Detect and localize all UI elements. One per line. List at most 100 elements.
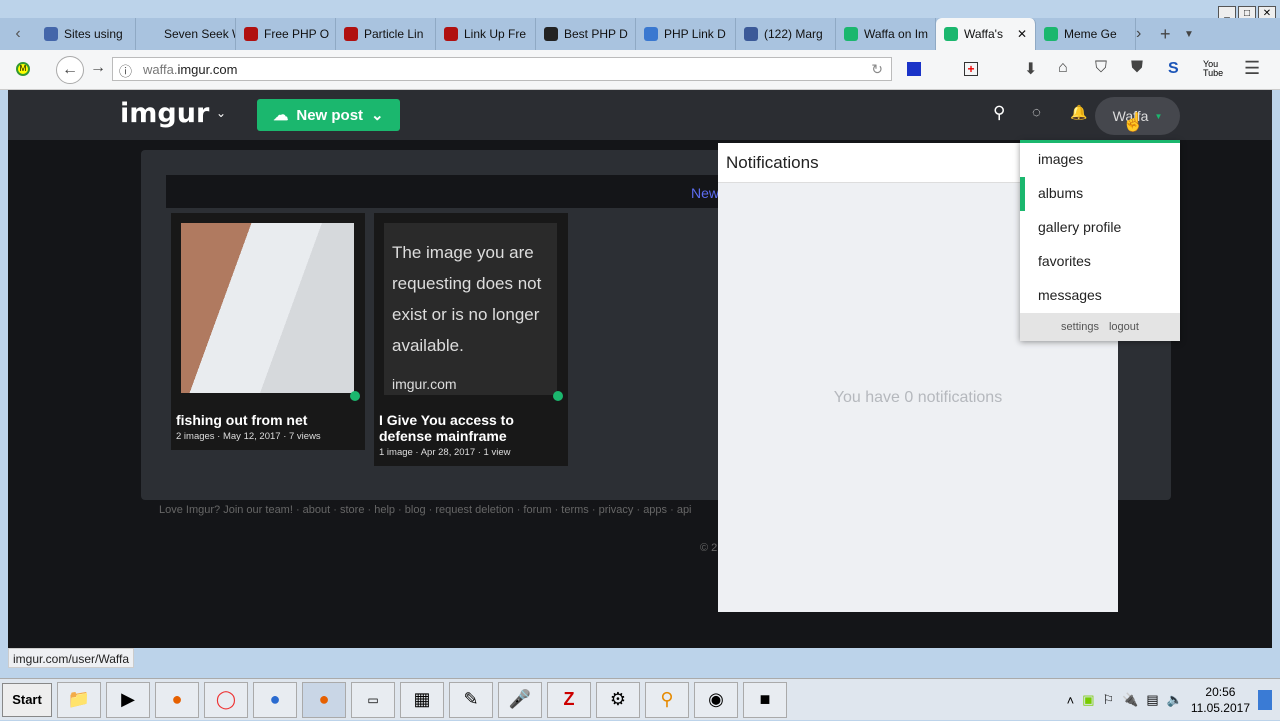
post-title[interactable]: fishing out from net [171,406,365,428]
search-tool-icon[interactable]: ⚲ [645,681,689,718]
tab-favicon-icon [844,27,858,41]
tab-close-icon[interactable]: ✕ [1017,27,1027,41]
reload-icon[interactable]: ↻ [871,61,883,78]
bell-icon[interactable]: 🔔 [1070,104,1087,121]
tab-label: PHP Link D [664,27,726,41]
tab-strip: ‹ Sites using Seven Seek Web Free PHP O Par… [0,18,1280,50]
firstaid-icon[interactable]: + [964,62,978,76]
pocket-icon[interactable]: ⛉ [1095,59,1107,77]
s-extension-icon[interactable]: S [1168,60,1179,78]
browser-tab[interactable]: Link Up Fre [436,18,536,50]
home-icon[interactable]: ⌂ [1058,59,1068,77]
new-post-label: New post [296,106,364,124]
tab-label: Sites using [64,27,123,41]
thunderbird-icon[interactable]: ● [253,681,297,718]
footer-links[interactable]: Love Imgur? Join our team! · about · sto… [159,504,692,516]
settings-link[interactable]: settings [1061,321,1099,333]
imgur-logo[interactable]: imgur [120,98,209,129]
ublock-icon[interactable]: ⛊ [1131,59,1143,77]
download-icon[interactable]: ⬇ [1024,59,1037,79]
app-icon[interactable]: ◯ [204,681,248,718]
post-thumbnail[interactable]: The image you are requesting does not ex… [374,213,568,406]
browser-tab[interactable]: Sites using [36,18,136,50]
youtube-icon[interactable]: You Tube [1203,60,1223,78]
network-tray-icon[interactable]: ▤ [1146,692,1158,708]
logo-chevron-icon[interactable]: ⌄ [216,106,226,120]
tab-favicon-icon [244,27,258,41]
navigation-bar: M ← → ⓘ waffa. imgur.com ↻ + ⬇ ⌂ ⛉ ⛊ S Yo… [0,50,1280,90]
menu-item-messages[interactable]: messages [1020,279,1180,313]
firefox-active-icon[interactable]: ● [302,681,346,718]
post-card[interactable]: fishing out from net 2 images · May 12, … [171,213,365,450]
tab-favicon-icon [144,27,158,41]
status-dot [350,391,360,401]
explorer-icon[interactable]: 📁 [57,681,101,718]
browser-tab[interactable]: Waffa's ✕ [936,18,1036,50]
start-button[interactable]: Start [2,682,52,717]
tab-scroll-left[interactable]: ‹ [0,25,36,43]
post-meta: 2 images · May 12, 2017 · 7 views [176,431,321,442]
browser-tab[interactable]: PHP Link D [636,18,736,50]
browser-tab[interactable]: Meme Ge [1036,18,1136,50]
filezilla-icon[interactable]: Z [547,681,591,718]
disc-icon[interactable]: ◉ [694,681,738,718]
menu-item-favorites[interactable]: favorites [1020,245,1180,279]
taskbar: Start 📁 ▶ ● ◯ ● ● ▭ ▦ ✎ 🎤 Z ⚙ ⚲ ◉ ■ ˄ ▣ … [0,678,1280,720]
tab-scroll-right[interactable]: › [1136,25,1160,43]
menu-item-images[interactable]: images [1020,143,1180,177]
microphone-icon[interactable]: 🎤 [498,681,542,718]
new-post-button[interactable]: ☁ New post ⌄ [257,99,400,131]
menu-item-gallery-profile[interactable]: gallery profile [1020,211,1180,245]
mouse-cursor-icon: ☝ [1122,112,1145,132]
copyright: © 2 [700,542,718,554]
browser-tab[interactable]: (122) Marg [736,18,836,50]
flag-icon[interactable]: ⚐ [1103,692,1115,708]
browser-tab[interactable]: Waffa on Im [836,18,936,50]
info-icon[interactable]: ⓘ [119,61,132,80]
tab-favicon-icon [544,27,558,41]
tab-favicon-icon [644,27,658,41]
show-hidden-icons[interactable]: ˄ [1067,693,1075,708]
network-icon[interactable]: ⚙ [596,681,640,718]
chevron-down-icon: ⌄ [371,107,384,124]
cmd-icon[interactable]: ▭ [351,681,395,718]
volume-icon[interactable]: 🔈 [1167,692,1183,708]
url-bar[interactable]: ⓘ waffa. imgur.com ↻ [112,57,892,81]
url-subdomain: waffa. [143,61,178,77]
tab-list-dropdown[interactable]: ▼ [1184,29,1204,40]
chat-icon[interactable]: ◌ [1032,104,1041,121]
power-icon[interactable]: 🔌 [1122,692,1138,708]
browser-tab[interactable]: Particle Lin [336,18,436,50]
missing-image-brand: imgur.com [392,376,457,392]
save-icon[interactable] [907,62,921,76]
browser-tab[interactable]: Seven Seek Web [136,18,236,50]
hamburger-menu-icon[interactable]: ☰ [1244,58,1260,79]
post-thumbnail[interactable] [171,213,365,406]
calculator-icon[interactable]: ▦ [400,681,444,718]
firefox-icon[interactable]: ● [155,681,199,718]
menu-item-albums[interactable]: albums [1020,177,1180,211]
menu-extension-icon[interactable]: M [16,62,30,76]
tab-favicon-icon [344,27,358,41]
notepad-icon[interactable]: ✎ [449,681,493,718]
forward-button[interactable]: → [90,59,106,77]
browser-tab[interactable]: Free PHP O [236,18,336,50]
post-card[interactable]: The image you are requesting does not ex… [374,213,568,466]
missing-image-text: The image you are requesting does not ex… [392,243,542,355]
subheader-link[interactable]: New [691,185,719,201]
logout-link[interactable]: logout [1109,321,1139,333]
tray-app-icon[interactable]: ▣ [1082,692,1094,708]
tab-label: Particle Lin [364,27,424,41]
clock[interactable]: 20:56 11.05.2017 [1191,684,1250,716]
browser-tab[interactable]: Best PHP D [536,18,636,50]
video-app-icon[interactable]: ■ [743,681,787,718]
user-dropdown-menu: images albums gallery profile favorites … [1020,140,1180,341]
post-meta: 1 image · Apr 28, 2017 · 1 view [379,447,511,458]
search-icon[interactable]: ⚲ [993,103,1005,123]
status-dot [553,391,563,401]
back-button[interactable]: ← [56,56,84,84]
post-title[interactable]: I Give You access to defense mainframe [374,406,568,444]
media-player-icon[interactable]: ▶ [106,681,150,718]
new-tab-button[interactable]: + [1160,24,1184,45]
show-desktop-button[interactable] [1258,690,1272,710]
